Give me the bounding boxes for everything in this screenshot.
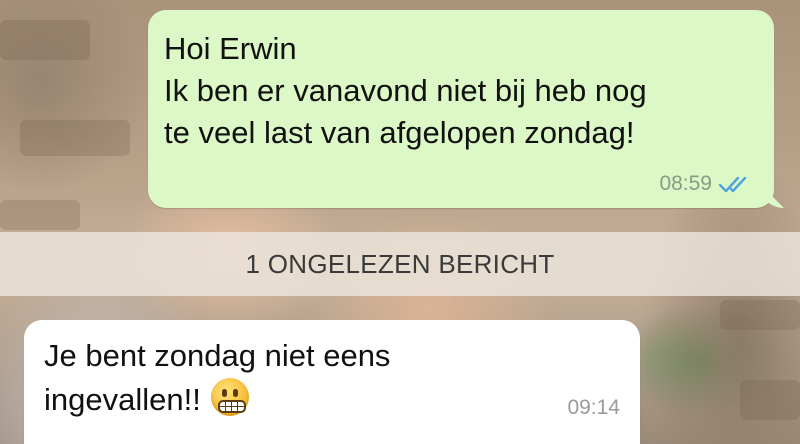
grimacing-face-emoji-icon xyxy=(210,378,249,416)
outgoing-message-time: 08:59 xyxy=(659,172,712,195)
incoming-message-bubble[interactable]: Je bent zondag niet eens ingevallen!! 09… xyxy=(24,320,640,444)
unread-divider: 1 ONGELEZEN BERICHT xyxy=(0,232,800,296)
double-check-read-icon xyxy=(718,176,747,193)
message-meta: 08:59 xyxy=(659,172,752,196)
wallpaper-detail xyxy=(720,300,800,330)
wallpaper-detail xyxy=(0,20,90,60)
message-meta: 09:14 xyxy=(567,396,620,420)
outgoing-message-text: Hoi Erwin Ik ben er vanavond niet bij he… xyxy=(164,31,647,150)
outgoing-message-bubble[interactable]: Hoi Erwin Ik ben er vanavond niet bij he… xyxy=(148,10,784,208)
wallpaper-detail xyxy=(740,380,800,420)
incoming-message-content: Je bent zondag niet eens ingevallen!! xyxy=(44,334,604,422)
unread-divider-label: 1 ONGELEZEN BERICHT xyxy=(245,248,555,279)
wallpaper-detail xyxy=(20,120,130,156)
wallpaper-detail xyxy=(0,200,80,230)
incoming-message-time: 09:14 xyxy=(567,396,620,419)
